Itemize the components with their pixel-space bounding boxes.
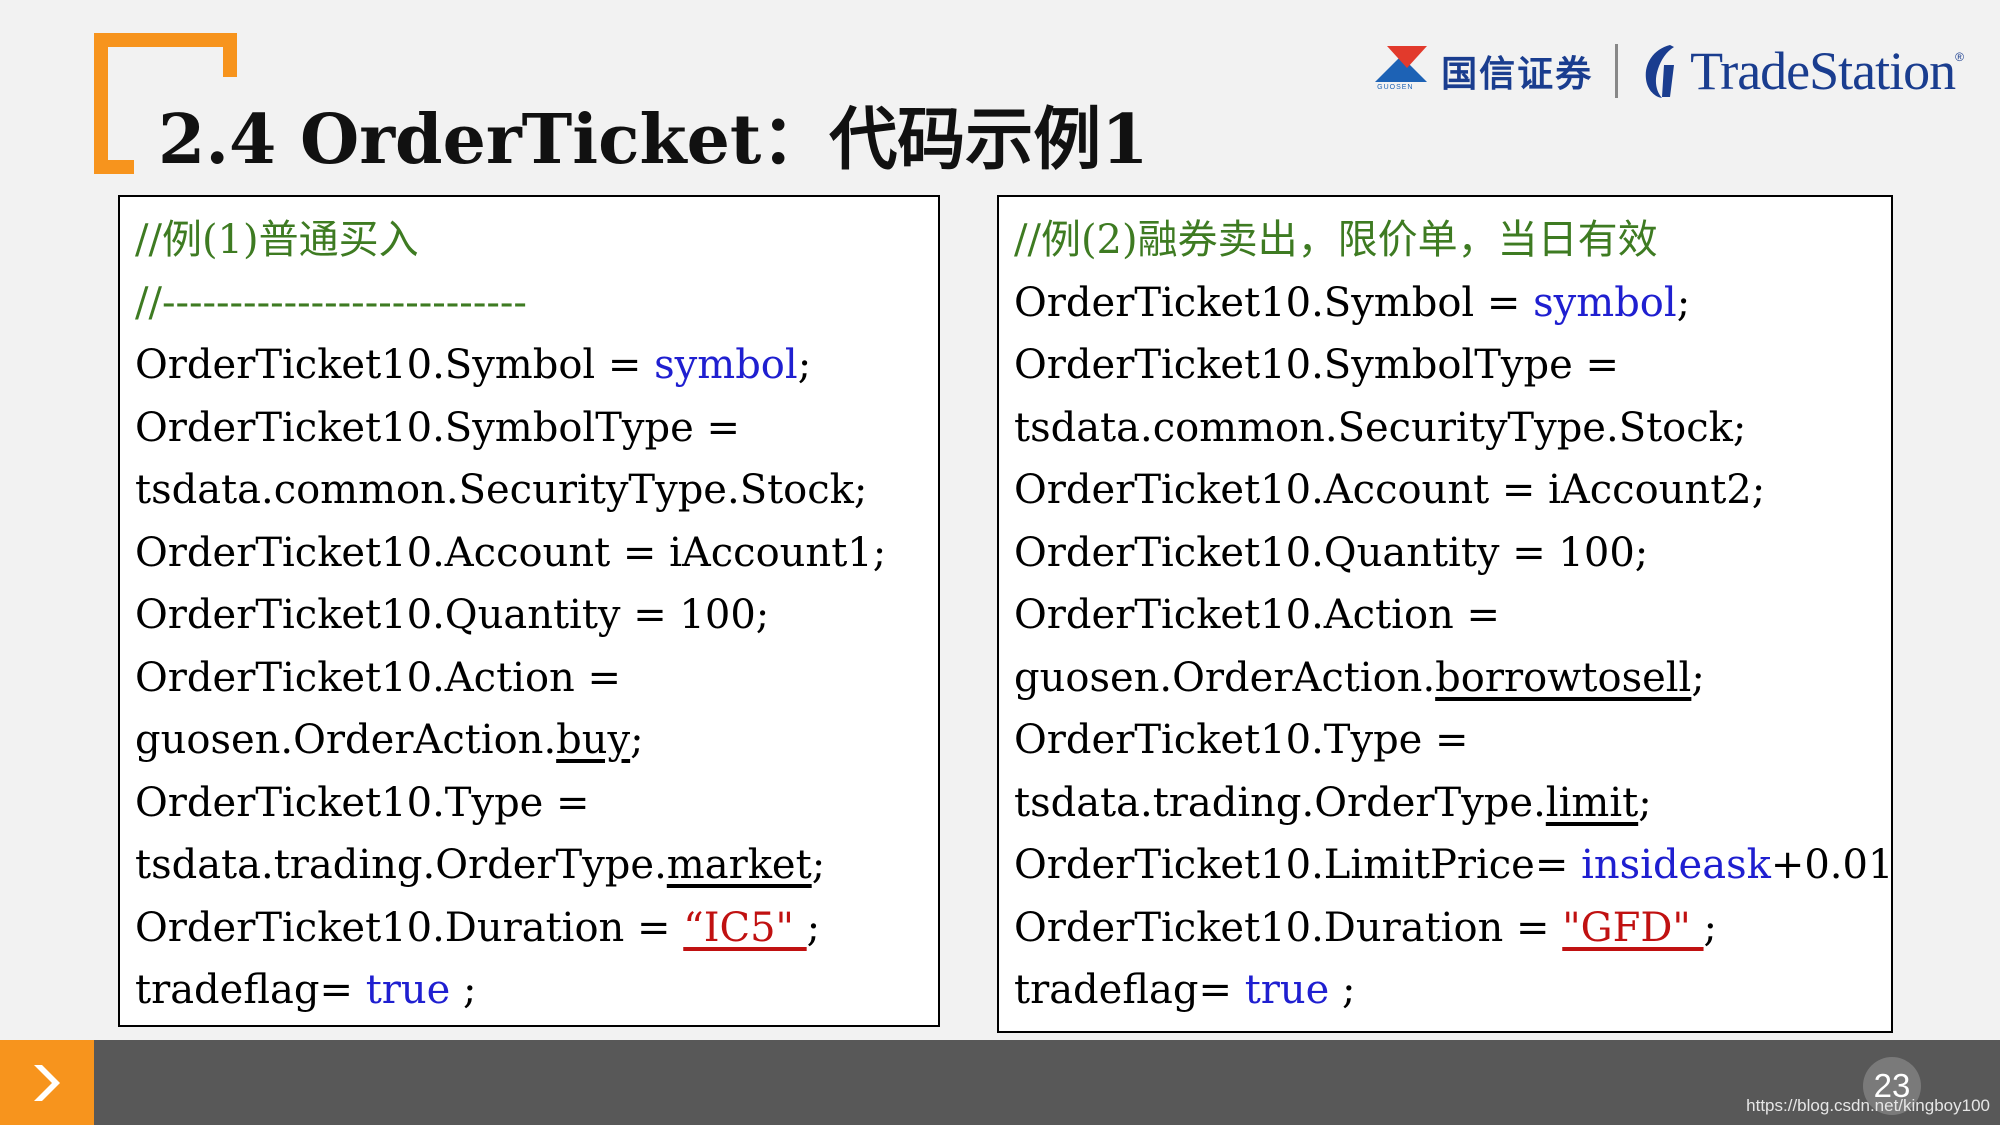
code-line: tsdata.trading.OrderType.limit; <box>1014 772 1891 835</box>
code-token: ; <box>1703 904 1718 951</box>
code-token: ; <box>797 342 812 388</box>
code-token: tradeflag= <box>1014 967 1245 1013</box>
chevron-right-icon <box>34 1064 60 1101</box>
code-token: ; <box>1676 279 1691 326</box>
code-token: OrderTicket10.SymbolType = <box>1014 342 1619 388</box>
code-token: OrderTicket10.Symbol = <box>1014 279 1534 326</box>
code-line: OrderTicket10.SymbolType = <box>135 397 938 460</box>
code-token: OrderTicket10.Duration = <box>1014 904 1563 951</box>
code-token: //例(1)普通买入 <box>135 217 419 263</box>
code-line: tradeflag= true ; <box>1014 959 1891 1022</box>
code-token: “IC5" <box>683 904 807 951</box>
guosen-name: 国信证券 <box>1441 54 1594 95</box>
title-bracket-top <box>94 33 237 47</box>
code-token: ; <box>806 904 821 951</box>
code-token: OrderTicket10.Quantity = 100; <box>135 592 770 638</box>
code-token: OrderTicket10.Duration = <box>135 904 684 951</box>
code-line: tradeflag= true ; <box>135 959 938 1022</box>
code-token: symbol <box>654 342 798 388</box>
footer-bar <box>0 1040 2000 1125</box>
code-token: ; <box>1329 967 1356 1013</box>
code-token: buy <box>556 717 631 763</box>
code-line: OrderTicket10.Type = <box>1014 709 1891 772</box>
code-token: borrowtosell <box>1435 654 1692 701</box>
guosen-logo-subtext: GUOSEN <box>1377 84 1414 91</box>
code-token: insideask <box>1581 842 1771 888</box>
code-line: guosen.OrderAction.buy; <box>135 709 938 772</box>
code-token: OrderTicket10.Account = iAccount1; <box>135 529 887 576</box>
code-line: tsdata.common.SecurityType.Stock; <box>1014 397 1891 460</box>
code-token: //--------------------------- <box>135 279 527 326</box>
title-bracket-foot <box>94 160 134 174</box>
code-line: OrderTicket10.LimitPrice= insideask+0.01… <box>1014 834 1891 897</box>
code-line: tsdata.trading.OrderType.market; <box>135 834 938 897</box>
code-line: OrderTicket10.Account = iAccount2; <box>1014 459 1891 522</box>
code-token: guosen.OrderAction. <box>1014 654 1436 701</box>
code-token: tsdata.common.SecurityType.Stock; <box>1014 404 1747 451</box>
code-token: ; <box>811 842 826 888</box>
code-line: OrderTicket10.Duration = “IC5" ; <box>135 897 938 960</box>
code-line: tsdata.common.SecurityType.Stock; <box>135 459 938 522</box>
code-token: //例(2)融券卖出，限价单，当日有效 <box>1014 217 1658 263</box>
code-token: OrderTicket10.LimitPrice= <box>1014 842 1582 888</box>
code-line: OrderTicket10.Action = <box>135 647 938 710</box>
code-token: true <box>1244 967 1330 1013</box>
code-token: true <box>365 967 451 1013</box>
code-token: tsdata.common.SecurityType.Stock; <box>135 467 868 513</box>
code-token: OrderTicket10.Symbol = <box>135 342 655 388</box>
code-line: OrderTicket10.Type = <box>135 772 938 835</box>
code-line: OrderTicket10.Symbol = symbol; <box>1014 272 1891 335</box>
code-token: tsdata.trading.OrderType. <box>135 842 667 888</box>
code-token: ; <box>1638 779 1652 826</box>
code-line: OrderTicket10.Action = <box>1014 584 1891 647</box>
guosen-logo-icon: GUOSEN <box>1375 46 1431 96</box>
code-example-2: //例(2)融券卖出，限价单，当日有效 OrderTicket10.Symbol … <box>997 195 1893 1033</box>
code-line: //例(1)普通买入 <box>135 209 938 272</box>
next-slide-tab[interactable] <box>0 1040 94 1125</box>
code-token: OrderTicket10.Quantity = 100; <box>1014 529 1649 576</box>
code-token: OrderTicket10.Action = <box>1014 592 1501 638</box>
code-token: OrderTicket10.Type = <box>1014 717 1469 763</box>
code-line: OrderTicket10.Quantity = 100; <box>1014 522 1891 585</box>
code-token: limit <box>1545 779 1639 826</box>
code-token: ; <box>450 967 477 1013</box>
code-line: OrderTicket10.Quantity = 100; <box>135 584 938 647</box>
code-example-1: //例(1)普通买入 //--------------------------- O… <box>118 195 940 1027</box>
code-token: +0.01; <box>1770 842 1893 888</box>
tradestation-logo-icon <box>1645 45 1675 98</box>
code-line: OrderTicket10.Account = iAccount1; <box>135 522 938 585</box>
code-token: OrderTicket10.Action = <box>135 654 622 701</box>
brand-logos: GUOSEN 国信证券 TradeStation ® <box>1375 36 1964 106</box>
code-token: tradeflag= <box>135 967 366 1013</box>
code-line: //--------------------------- <box>135 272 938 335</box>
code-token: ; <box>1691 654 1705 701</box>
code-token: OrderTicket10.Type = <box>135 779 590 826</box>
code-line: OrderTicket10.SymbolType = <box>1014 334 1891 397</box>
code-token: guosen.OrderAction. <box>135 717 557 763</box>
code-token: ; <box>630 717 644 763</box>
slide-title: 2.4 OrderTicket：代码示例1 <box>158 100 1149 180</box>
title-bracket-left <box>94 33 108 174</box>
code-token: symbol <box>1533 279 1677 326</box>
source-watermark: https://blog.csdn.net/kingboy100 <box>1746 1096 1990 1115</box>
code-token: market <box>666 842 812 888</box>
title-bracket-hook <box>223 33 237 77</box>
code-token: OrderTicket10.SymbolType = <box>135 404 740 451</box>
code-line: OrderTicket10.Symbol = symbol; <box>135 334 938 397</box>
code-token: "GFD" <box>1562 904 1704 951</box>
brand-divider <box>1615 44 1619 98</box>
code-token: tsdata.trading.OrderType. <box>1014 779 1546 826</box>
registered-mark: ® <box>1955 50 1964 64</box>
code-line: //例(2)融券卖出，限价单，当日有效 <box>1014 209 1891 272</box>
code-line: guosen.OrderAction.borrowtosell; <box>1014 647 1891 710</box>
code-line: OrderTicket10.Duration = "GFD" ; <box>1014 897 1891 960</box>
code-token: OrderTicket10.Account = iAccount2; <box>1014 467 1766 513</box>
tradestation-name: TradeStation <box>1690 41 1956 101</box>
